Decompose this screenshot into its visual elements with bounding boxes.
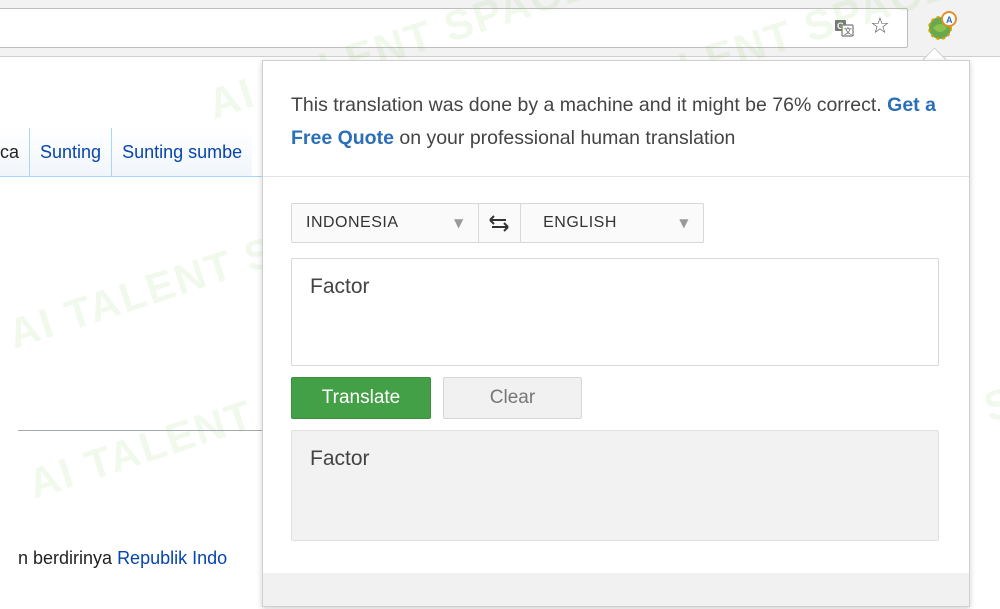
dropdown-caret-icon: ▼	[679, 216, 690, 230]
translate-icon[interactable]: G 文	[833, 18, 855, 38]
svg-text:A: A	[946, 15, 953, 25]
tab-label: Sunting sumbe	[122, 141, 243, 162]
divider	[263, 176, 969, 177]
tab-edit-source[interactable]: Sunting sumbe	[111, 128, 253, 176]
tab-edit[interactable]: Sunting	[29, 128, 112, 176]
dropdown-caret-icon: ▼	[453, 216, 464, 230]
machine-translation-notice: This translation was done by a machine a…	[291, 89, 951, 155]
tab-label: ca	[0, 141, 20, 162]
source-language-select[interactable]: INDONESIA ▼	[292, 204, 479, 242]
swap-arrows-icon	[489, 215, 510, 232]
language-selector-row: INDONESIA ▼ ENGLISH ▼	[291, 203, 704, 243]
popup-footer	[263, 573, 969, 606]
address-bar[interactable]: G 文 ☆	[0, 8, 908, 48]
translate-button[interactable]: Translate	[291, 377, 431, 419]
article-link[interactable]: Republik Indo	[117, 548, 227, 568]
svg-text:文: 文	[844, 26, 852, 36]
source-text-input[interactable]: Factor	[291, 258, 939, 366]
article-text-fragment: n berdirinya	[18, 548, 118, 568]
notice-text-end: on your professional human translation	[399, 127, 736, 149]
section-divider	[18, 430, 268, 431]
clear-button[interactable]: Clear	[443, 377, 582, 419]
tab-read[interactable]: ca	[0, 128, 30, 176]
target-language-label: ENGLISH	[543, 214, 617, 231]
tab-label: Sunting	[40, 141, 102, 162]
star-icon[interactable]: ☆	[868, 15, 892, 39]
target-language-select[interactable]: ENGLISH ▼	[520, 204, 703, 242]
browser-toolbar: G 文 ☆ A	[0, 0, 1000, 57]
translator-extension-icon[interactable]: A	[924, 10, 960, 42]
article-tabs: ca Sunting Sunting sumbe	[0, 128, 270, 177]
translation-result: Factor	[291, 430, 939, 541]
article-text: n berdirinya Republik Indo	[18, 548, 227, 569]
source-language-label: INDONESIA	[306, 214, 399, 231]
notice-text: This translation was done by a machine a…	[291, 94, 882, 116]
translator-popup: This translation was done by a machine a…	[262, 60, 970, 607]
swap-languages-button[interactable]	[479, 204, 520, 242]
